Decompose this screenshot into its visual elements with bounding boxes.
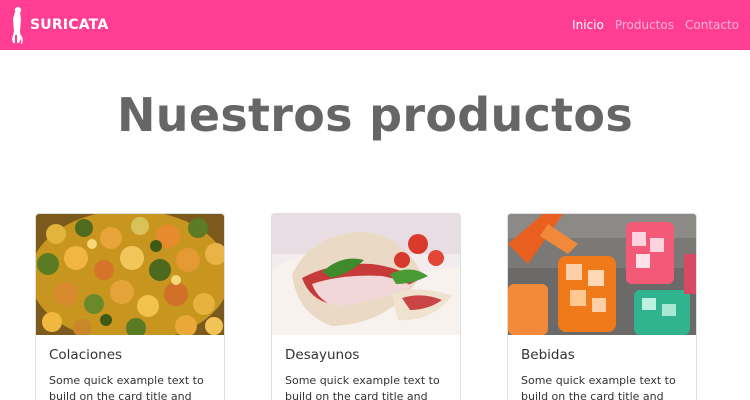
card-title: Bebidas — [521, 347, 575, 363]
nav-links: Inicio Productos Contacto — [561, 0, 739, 50]
card-title: Colaciones — [49, 347, 123, 363]
desayunos-sandwich-image — [272, 214, 460, 335]
nav-link-contacto[interactable]: Contacto — [685, 18, 739, 32]
navbar: SURICATA Inicio Productos Contacto — [0, 0, 750, 50]
page-title: Nuestros productos — [116, 88, 634, 142]
nav-link-productos[interactable]: Productos — [615, 18, 674, 32]
bebidas-drinks-image — [508, 214, 696, 335]
product-card-colaciones[interactable]: Colaciones Some quick example text to bu… — [35, 213, 225, 400]
brand-name: SURICATA — [30, 17, 109, 33]
nav-link-inicio[interactable]: Inicio — [572, 18, 604, 32]
meerkat-logo-icon — [12, 7, 23, 44]
colaciones-food-image — [36, 214, 224, 335]
card-title: Desayunos — [285, 347, 360, 363]
product-card-bebidas[interactable]: Bebidas Some quick example text to build… — [507, 213, 697, 400]
product-card-desayunos[interactable]: Desayunos Some quick example text to bui… — [271, 213, 461, 400]
card-text: Some quick example text to build on the … — [521, 374, 676, 400]
card-text: Some quick example text to build on the … — [285, 374, 440, 400]
brand-link[interactable]: SURICATA — [10, 4, 108, 46]
card-text: Some quick example text to build on the … — [49, 374, 204, 400]
